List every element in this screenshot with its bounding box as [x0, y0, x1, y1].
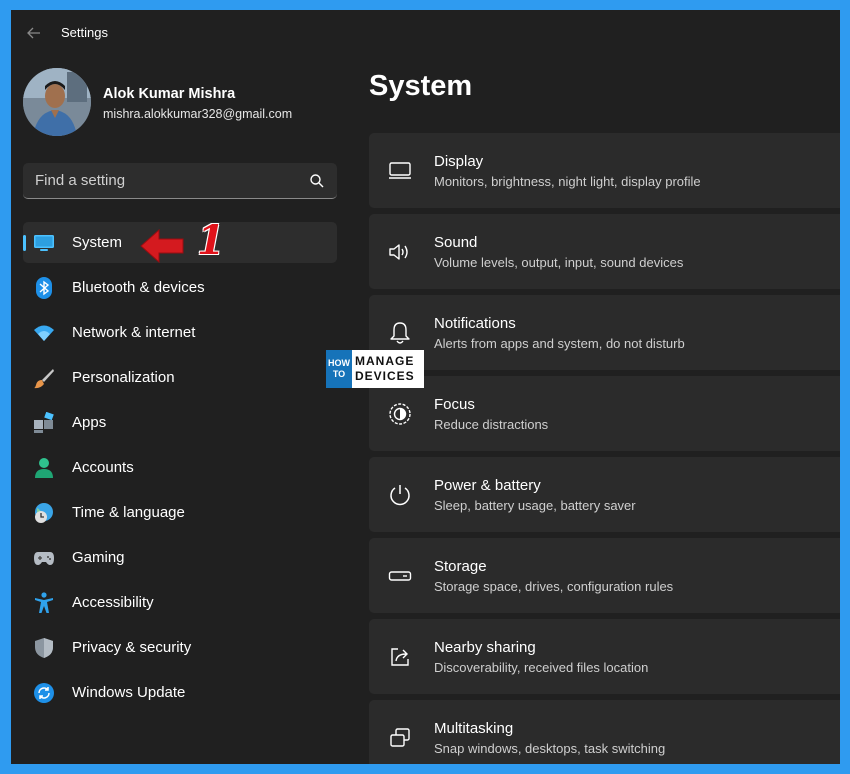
card-notifications[interactable]: Notifications Alerts from apps and syste… [369, 295, 840, 370]
bluetooth-icon [33, 277, 55, 299]
focus-icon [388, 402, 412, 426]
sidebar-item-apps[interactable]: Apps [23, 402, 337, 443]
settings-card-list: Display Monitors, brightness, night ligh… [369, 133, 840, 764]
card-title: Sound [434, 234, 478, 251]
sidebar-item-gaming[interactable]: Gaming [23, 537, 337, 578]
sidebar-item-label: Accessibility [72, 594, 154, 611]
back-arrow-icon [27, 27, 40, 39]
page-title: System [369, 70, 473, 102]
avatar-photo-icon [23, 68, 91, 136]
card-title: Multitasking [434, 720, 514, 737]
sidebar-item-label: Time & language [72, 504, 185, 521]
user-name: Alok Kumar Mishra [103, 86, 236, 102]
settings-window: Settings Alok Kumar Mishra mishra.alokku… [11, 10, 840, 764]
accessibility-icon [33, 592, 55, 614]
sidebar-item-label: System [72, 234, 123, 251]
logo-text: TO [332, 369, 346, 379]
sidebar-item-label: Bluetooth & devices [72, 279, 205, 296]
wifi-icon [33, 322, 55, 344]
gamepad-icon [33, 547, 55, 569]
sidebar-nav: System Bluetooth & devices Network & int… [23, 222, 337, 717]
logo-text: HOW [328, 358, 350, 368]
share-icon [388, 645, 412, 669]
monitor-icon [33, 232, 55, 254]
sidebar-item-label: Accounts [72, 459, 134, 476]
search-icon[interactable] [309, 173, 325, 189]
card-sound[interactable]: Sound Volume levels, output, input, soun… [369, 214, 840, 289]
card-subtitle: Reduce distractions [434, 417, 549, 432]
sidebar-item-label: Network & internet [72, 324, 196, 341]
logo-text: MANAGE [355, 354, 415, 368]
sidebar-item-accounts[interactable]: Accounts [23, 447, 337, 488]
sidebar-item-bluetooth[interactable]: Bluetooth & devices [23, 267, 337, 308]
logo-words: MANAGE DEVICES [352, 354, 415, 384]
sidebar-item-privacy-security[interactable]: Privacy & security [23, 627, 337, 668]
search-box [23, 163, 337, 199]
card-subtitle: Discoverability, received files location [434, 660, 649, 675]
sidebar-item-label: Apps [72, 414, 107, 431]
sidebar-item-windows-update[interactable]: Windows Update [23, 672, 337, 713]
sidebar-item-label: Gaming [72, 549, 125, 566]
howto-manage-devices-logo: HOW TO MANAGE DEVICES [326, 350, 424, 388]
multitasking-icon [388, 726, 412, 750]
card-subtitle: Alerts from apps and system, do not dist… [434, 336, 685, 351]
title-bar: Settings [11, 10, 840, 54]
shield-icon [33, 637, 55, 659]
user-email: mishra.alokkumar328@gmail.com [103, 107, 293, 121]
sidebar-item-label: Personalization [72, 369, 175, 386]
card-multitasking[interactable]: Multitasking Snap windows, desktops, tas… [369, 700, 840, 764]
sidebar-item-label: Privacy & security [72, 639, 192, 656]
logo-text: DEVICES [355, 369, 415, 383]
card-title: Nearby sharing [434, 639, 536, 656]
card-focus[interactable]: Focus Reduce distractions [369, 376, 840, 451]
app-title: Settings [61, 25, 108, 40]
avatar[interactable] [23, 68, 91, 136]
update-icon [33, 682, 55, 704]
card-title: Focus [434, 396, 475, 413]
card-storage[interactable]: Storage Storage space, drives, configura… [369, 538, 840, 613]
globe-clock-icon [33, 502, 55, 524]
search-input[interactable] [23, 163, 303, 197]
card-nearby-sharing[interactable]: Nearby sharing Discoverability, received… [369, 619, 840, 694]
card-title: Power & battery [434, 477, 541, 494]
brush-icon [33, 367, 55, 389]
back-button[interactable] [23, 22, 45, 44]
card-display[interactable]: Display Monitors, brightness, night ligh… [369, 133, 840, 208]
card-subtitle: Monitors, brightness, night light, displ… [434, 174, 701, 189]
apps-icon [33, 412, 55, 434]
card-subtitle: Storage space, drives, configuration rul… [434, 579, 674, 594]
sidebar-item-label: Windows Update [72, 684, 186, 701]
speaker-icon [388, 240, 412, 264]
bell-icon [388, 321, 412, 345]
sidebar-item-accessibility[interactable]: Accessibility [23, 582, 337, 623]
sidebar-item-network[interactable]: Network & internet [23, 312, 337, 353]
power-icon [388, 483, 412, 507]
person-icon [33, 457, 55, 479]
card-title: Storage [434, 558, 487, 575]
annotation-step-1: 1 [197, 217, 225, 264]
display-icon [388, 159, 412, 183]
card-subtitle: Sleep, battery usage, battery saver [434, 498, 636, 513]
storage-icon [388, 564, 412, 588]
card-title: Display [434, 153, 484, 170]
annotation-arrow-icon [140, 228, 184, 264]
card-power-battery[interactable]: Power & battery Sleep, battery usage, ba… [369, 457, 840, 532]
card-subtitle: Snap windows, desktops, task switching [434, 741, 666, 756]
sidebar-item-personalization[interactable]: Personalization [23, 357, 337, 398]
card-title: Notifications [434, 315, 516, 332]
logo-how-to: HOW TO [326, 350, 352, 388]
sidebar-item-time-language[interactable]: Time & language [23, 492, 337, 533]
card-subtitle: Volume levels, output, input, sound devi… [434, 255, 684, 270]
